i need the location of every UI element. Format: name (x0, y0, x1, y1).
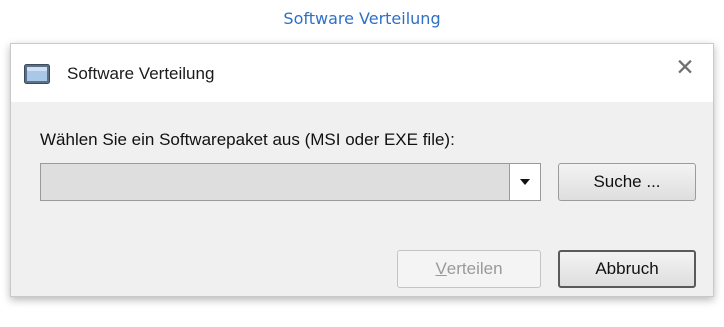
close-button[interactable]: ✕ (668, 53, 702, 83)
distribute-label-rest: erteilen (446, 259, 503, 278)
package-combobox-value[interactable] (45, 164, 508, 200)
close-icon: ✕ (675, 55, 695, 81)
distribute-button[interactable]: Verteilen (397, 250, 541, 288)
software-distribution-dialog: Software Verteilung ✕ Wählen Sie ein Sof… (10, 43, 714, 297)
search-button[interactable]: Suche ... (558, 163, 696, 201)
package-combobox[interactable] (40, 163, 541, 201)
package-dropdown-button[interactable] (509, 164, 540, 200)
distribute-mnemonic: V (435, 259, 447, 278)
title-bar[interactable]: Software Verteilung ✕ (11, 44, 713, 102)
cancel-button[interactable]: Abbruch (558, 250, 696, 288)
window-app-icon (24, 64, 50, 84)
page: Software Verteilung Software Verteilung … (0, 0, 724, 327)
window-title: Software Verteilung (67, 64, 215, 83)
triangle-down-icon (520, 179, 530, 185)
figure-caption: Software Verteilung (283, 9, 441, 28)
package-prompt-label: Wählen Sie ein Softwarepaket aus (MSI od… (40, 130, 455, 149)
